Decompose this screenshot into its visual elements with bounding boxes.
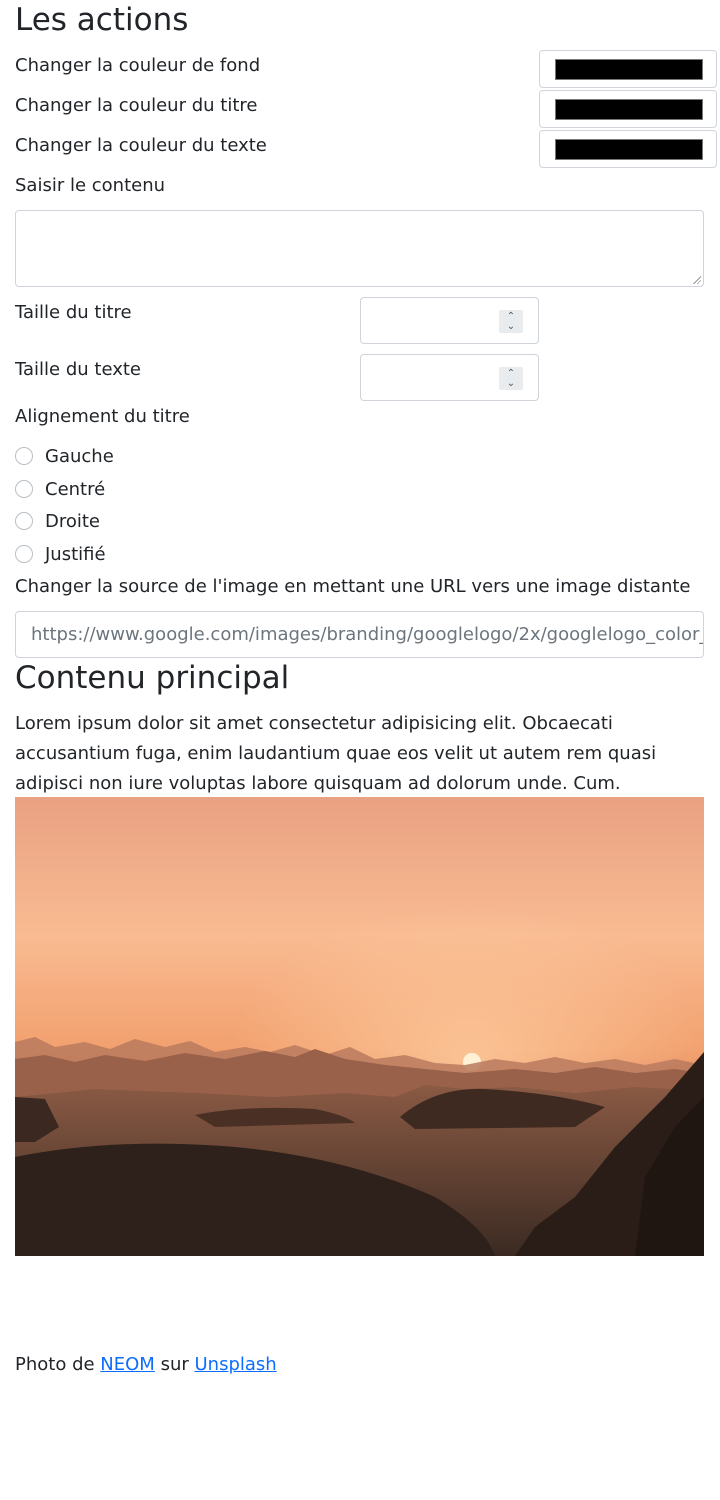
radio-label: Gauche	[45, 445, 114, 467]
content-label: Saisir le contenu	[15, 175, 166, 196]
title-color-swatch	[555, 99, 703, 120]
title-color-label: Changer la couleur du titre	[15, 95, 258, 116]
radio-label: Centré	[45, 478, 106, 500]
radio-circle-icon[interactable]	[15, 545, 33, 563]
resize-grip-icon[interactable]	[693, 276, 701, 284]
title-color-picker[interactable]	[539, 90, 717, 128]
image-url-input[interactable]: https://www.google.com/images/branding/g…	[15, 611, 704, 658]
credit-middle: sur	[154, 1354, 195, 1375]
main-body-text: Lorem ipsum dolor sit amet consectetur a…	[15, 713, 657, 794]
spinner-up-icon[interactable]: ⌃	[499, 368, 523, 379]
radio-justifie[interactable]: Justifié	[15, 542, 106, 566]
bg-color-label: Changer la couleur de fond	[15, 55, 261, 76]
spinner-up-icon[interactable]: ⌃	[499, 311, 523, 322]
radio-gauche[interactable]: Gauche	[15, 444, 114, 468]
radio-circle-icon[interactable]	[15, 447, 33, 465]
actions-heading: Les actions	[15, 2, 189, 38]
unsplash-link[interactable]: Unsplash	[194, 1354, 276, 1375]
bg-color-picker[interactable]	[539, 50, 717, 88]
radio-droite[interactable]: Droite	[15, 509, 100, 533]
title-size-spinner-icon[interactable]: ⌃ ⌄	[499, 310, 523, 333]
bg-color-swatch	[555, 59, 703, 80]
title-size-input[interactable]: ⌃ ⌄	[360, 297, 539, 344]
photo-credit: Photo de NEOM sur Unsplash	[15, 1352, 277, 1378]
title-size-label: Taille du titre	[15, 302, 132, 323]
radio-label: Droite	[45, 510, 101, 532]
text-size-spinner-icon[interactable]: ⌃ ⌄	[499, 367, 523, 390]
spinner-down-icon[interactable]: ⌄	[499, 321, 523, 332]
alignment-label: Alignement du titre	[15, 406, 190, 427]
radio-circle-icon[interactable]	[15, 480, 33, 498]
content-textarea[interactable]	[15, 210, 704, 287]
author-link[interactable]: NEOM	[100, 1354, 155, 1375]
radio-label: Justifié	[45, 543, 106, 565]
radio-circle-icon[interactable]	[15, 512, 33, 530]
radio-centre[interactable]: Centré	[15, 477, 105, 501]
desert-sunset-image	[15, 797, 704, 1256]
text-size-label: Taille du texte	[15, 359, 141, 380]
main-heading: Contenu principal	[15, 660, 290, 696]
text-color-label: Changer la couleur du texte	[15, 135, 267, 156]
text-color-picker[interactable]	[539, 130, 717, 168]
text-color-swatch	[555, 139, 703, 160]
image-source-label: Changer la source de l'image en mettant …	[15, 576, 691, 597]
text-size-input[interactable]: ⌃ ⌄	[360, 354, 539, 401]
spinner-down-icon[interactable]: ⌄	[499, 378, 523, 389]
credit-prefix: Photo de	[15, 1354, 101, 1375]
